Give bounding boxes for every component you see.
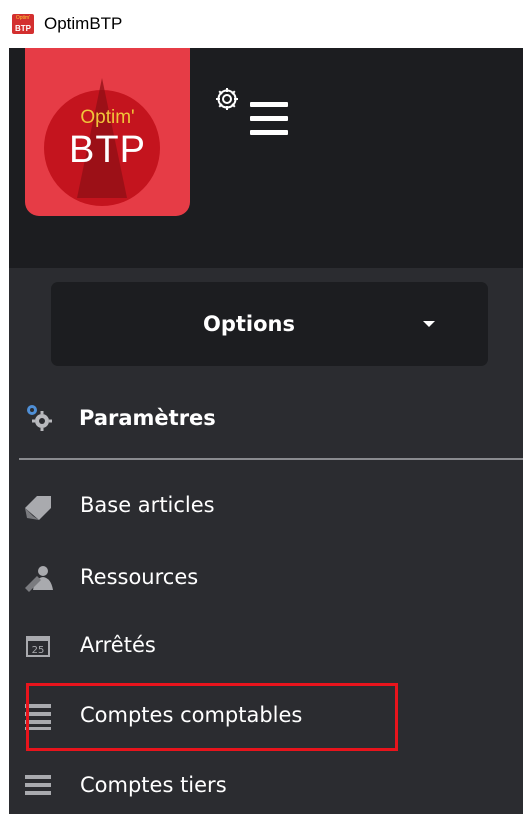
calendar-icon-text: 25 — [32, 645, 45, 656]
window-title: OptimBTP — [44, 14, 123, 33]
caret-down-icon — [423, 321, 435, 327]
list-icon — [23, 702, 55, 730]
list-icon — [23, 772, 55, 800]
section-divider — [19, 458, 523, 460]
sidebar-item-comptes-comptables[interactable]: Comptes comptables — [9, 688, 523, 744]
gears-icon — [23, 402, 53, 432]
options-dropdown[interactable]: Options — [51, 282, 488, 366]
app-logo: Optim' BTP — [25, 48, 190, 216]
optimbtp-app-icon: Optim' BTP — [12, 14, 34, 34]
sidebar-item-ressources[interactable]: Ressources — [9, 550, 523, 606]
section-title: Paramètres — [79, 406, 216, 430]
logo-top-text: Optim' — [80, 107, 135, 128]
section-parametres: Paramètres — [9, 392, 523, 444]
ressources-icon — [23, 564, 55, 592]
options-dropdown-label: Options — [203, 312, 295, 336]
sidebar-item-label: Ressources — [80, 565, 199, 589]
app-icon-main-text: BTP — [15, 24, 31, 33]
hamburger-menu-icon[interactable] — [250, 102, 288, 136]
sidebar-item-label: Base articles — [80, 493, 215, 517]
sidebar-item-arretes[interactable]: 25 Arrêtés — [9, 618, 523, 674]
sidebar-item-label: Arrêtés — [80, 633, 156, 657]
sidebar-header: Optim' BTP — [9, 48, 523, 268]
logo-main-text: BTP — [69, 129, 146, 171]
sidebar-item-comptes-tiers[interactable]: Comptes tiers — [9, 758, 523, 814]
sidebar: Optim' BTP Options Paramètres Base artic… — [9, 48, 523, 814]
calendar-icon: 25 — [23, 632, 55, 660]
gear-icon[interactable] — [214, 86, 240, 112]
sidebar-item-label: Comptes tiers — [80, 773, 227, 797]
window-title-bar: Optim' BTP OptimBTP — [0, 0, 523, 48]
app-icon-top-text: Optim' — [15, 15, 31, 21]
sidebar-item-base-articles[interactable]: Base articles — [9, 478, 523, 534]
sidebar-item-label: Comptes comptables — [80, 703, 303, 727]
tag-icon — [23, 492, 55, 520]
